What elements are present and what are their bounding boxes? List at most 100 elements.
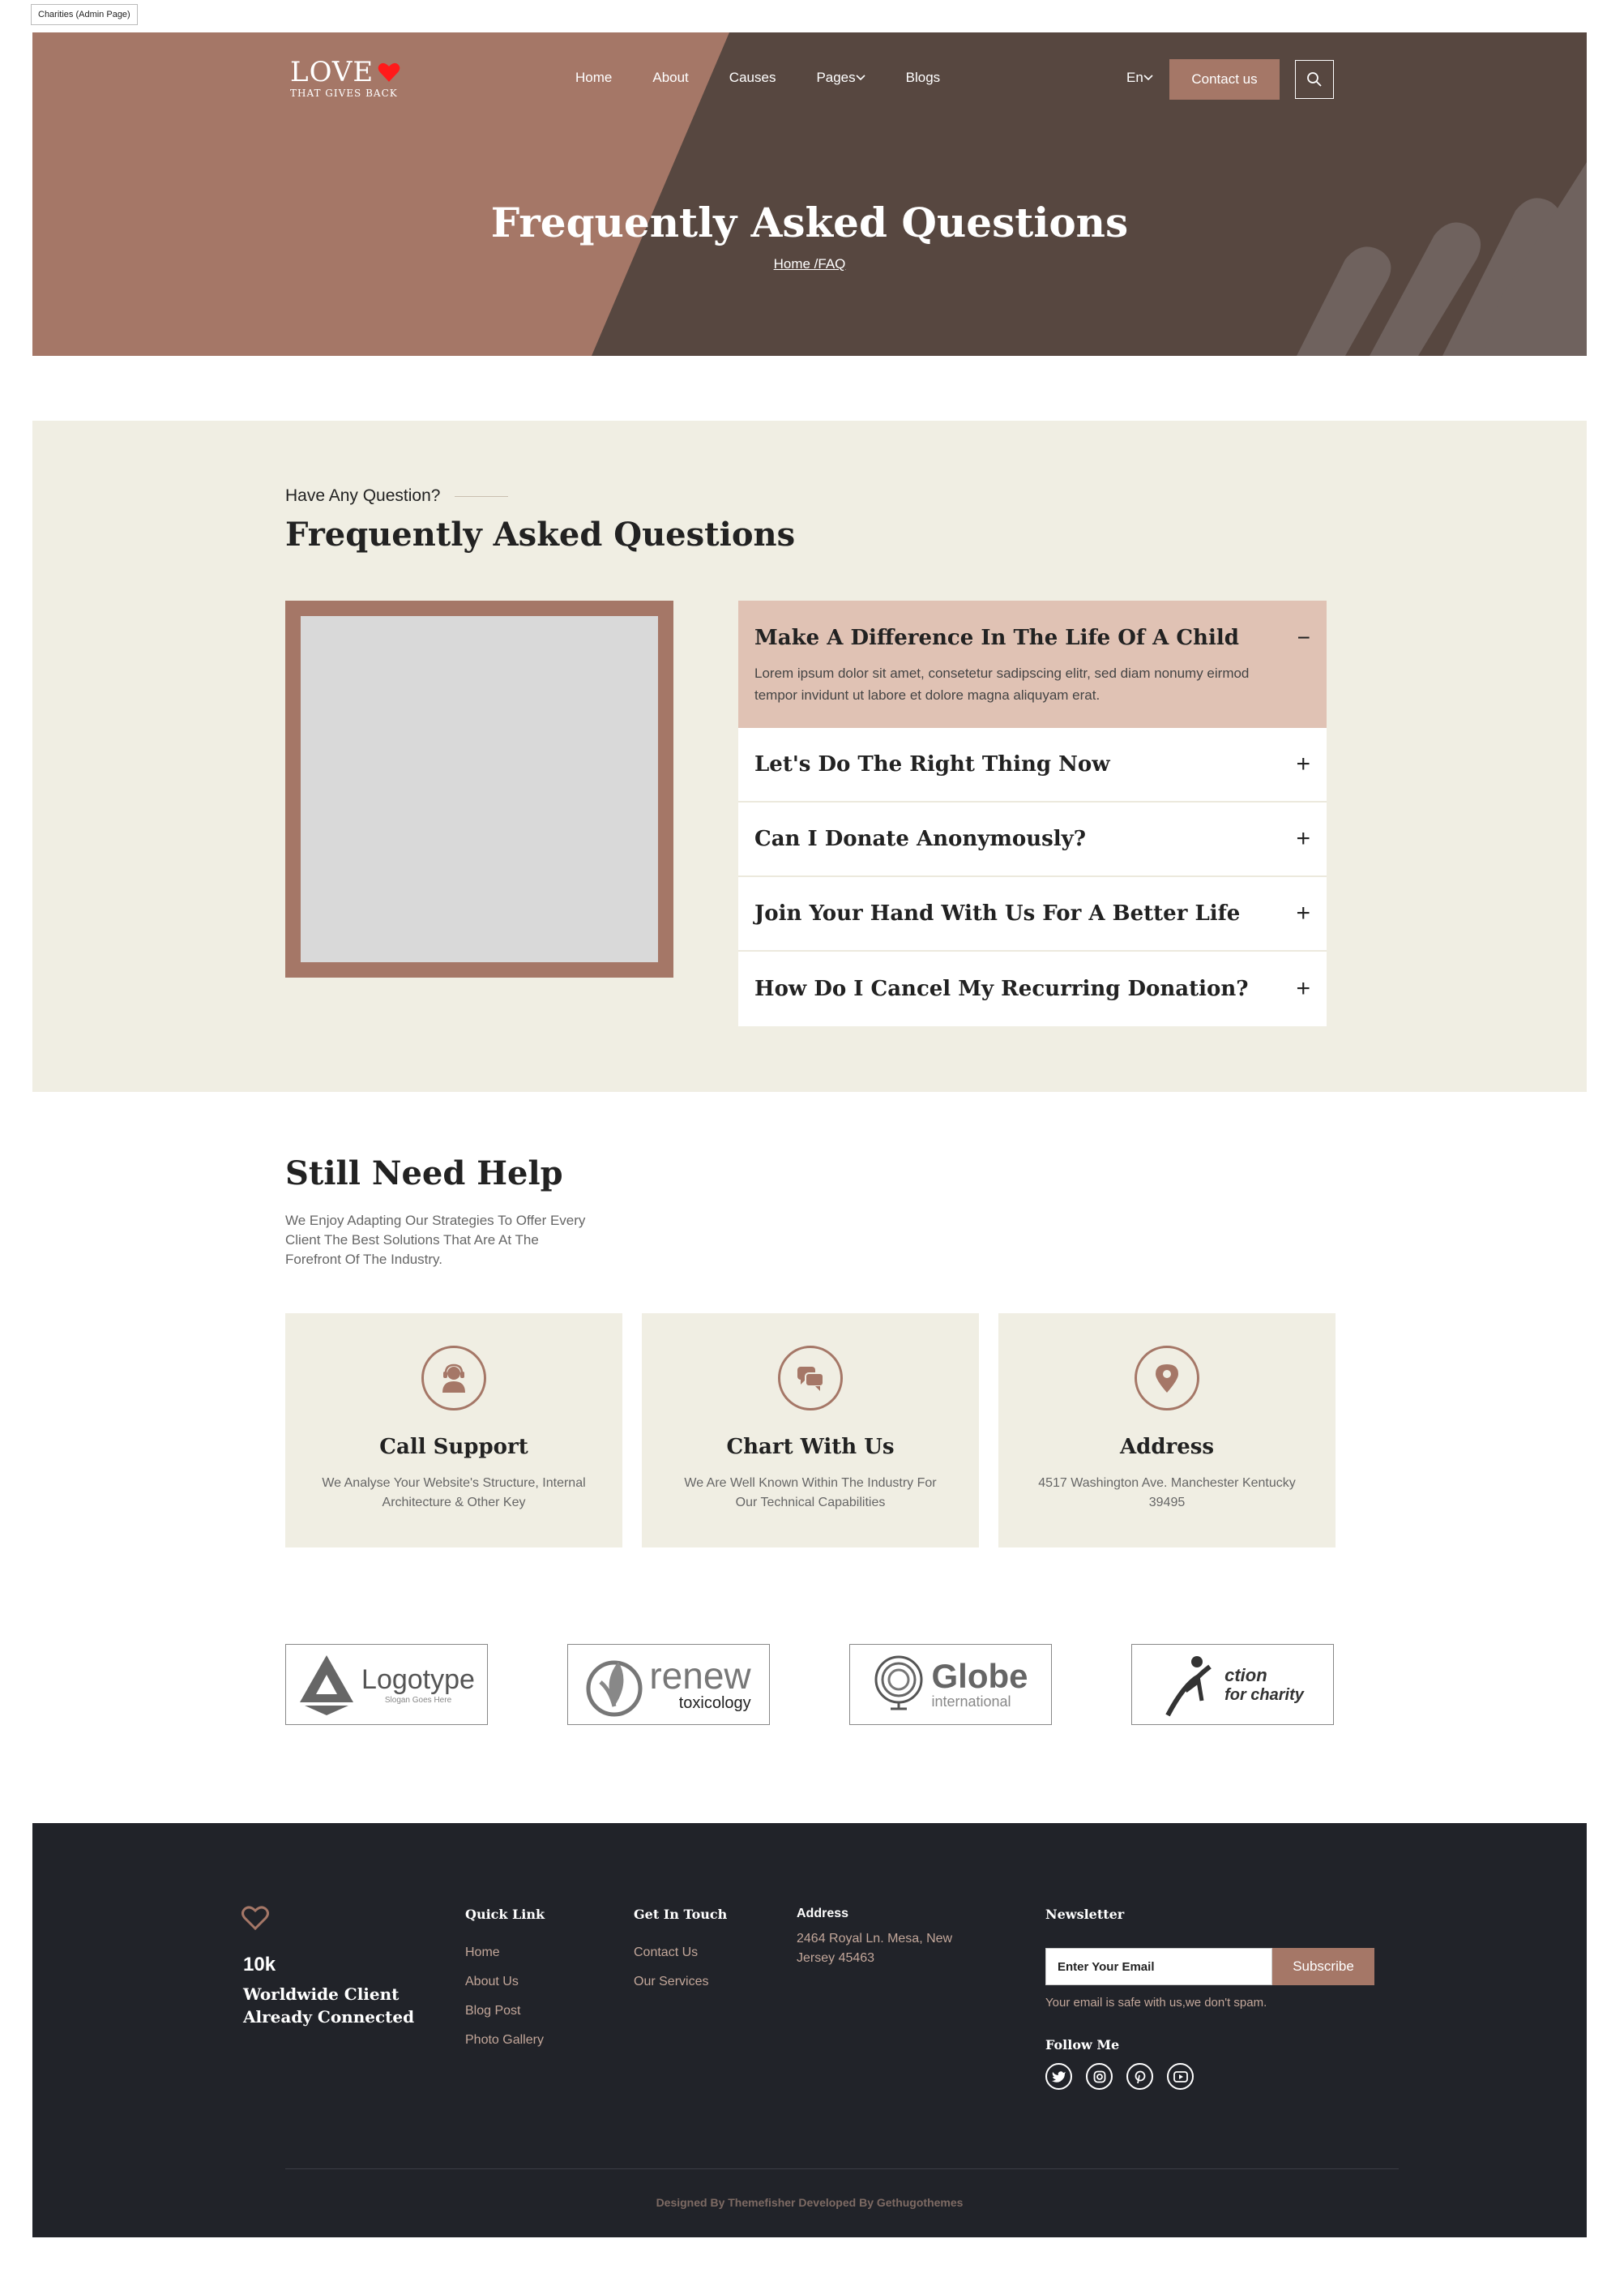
action-figure-icon bbox=[1165, 1656, 1212, 1717]
triangle-logo-icon bbox=[300, 1655, 354, 1715]
youtube-icon[interactable] bbox=[1167, 2063, 1194, 2090]
card-address: Address 4517 Washington Ave. Manchester … bbox=[998, 1313, 1336, 1547]
card-description: 4517 Washington Ave. Manchester Kentucky… bbox=[1038, 1476, 1296, 1509]
chevron-down-icon bbox=[1143, 75, 1153, 81]
search-button[interactable] bbox=[1295, 60, 1334, 99]
faq-item[interactable]: How Do I Cancel My Recurring Donation? + bbox=[738, 952, 1327, 1026]
faq-item[interactable]: Let's Do The Right Thing Now + bbox=[738, 728, 1327, 803]
brand-globe[interactable]: Globe international bbox=[849, 1644, 1052, 1725]
footer-link-services[interactable]: Our Services bbox=[634, 1967, 727, 1997]
brand-renew[interactable]: renew toxicology bbox=[567, 1644, 770, 1725]
faq-question: Join Your Hand With Us For A Better Life bbox=[754, 901, 1241, 926]
footer-link-blog[interactable]: Blog Post bbox=[465, 1997, 545, 2026]
heart-icon bbox=[378, 62, 400, 82]
faq-item-open[interactable]: Make A Difference In The Life Of A Child… bbox=[738, 601, 1327, 728]
globe-sub: international bbox=[931, 1693, 1011, 1710]
faq-question: Let's Do The Right Thing Now bbox=[754, 752, 1110, 777]
faq-image-frame bbox=[285, 601, 673, 978]
plus-icon[interactable]: + bbox=[1296, 901, 1310, 926]
nav-about[interactable]: About bbox=[652, 70, 688, 86]
chevron-down-icon bbox=[856, 75, 865, 81]
faq-accordion: Make A Difference In The Life Of A Child… bbox=[738, 601, 1327, 1026]
newsletter-note: Your email is safe with us,we don't spam… bbox=[1045, 1996, 1267, 2010]
main-nav: Home About Causes Pages Blogs bbox=[575, 70, 981, 86]
footer-link-about[interactable]: About Us bbox=[465, 1967, 545, 1997]
footer-heading: Follow Me bbox=[1045, 2037, 1120, 2053]
site-logo[interactable]: LOVE THAT GIVES BACK bbox=[290, 58, 401, 99]
footer-heading: Get In Touch bbox=[634, 1907, 728, 1922]
logotype-slogan: Slogan Goes Here bbox=[384, 1696, 452, 1705]
card-call-support: Call Support We Analyse Your Website's S… bbox=[285, 1313, 622, 1547]
footer-heart-icon bbox=[241, 1906, 269, 1931]
help-title: Still Need Help bbox=[285, 1154, 563, 1192]
map-pin-icon bbox=[1135, 1346, 1199, 1410]
footer-address: Address 2464 Royal Ln. Mesa, New Jersey … bbox=[797, 1907, 983, 1968]
nav-causes[interactable]: Causes bbox=[729, 70, 776, 86]
footer-credit: Designed By Themefisher Developed By Get… bbox=[656, 2196, 964, 2209]
brand-action-charity[interactable]: ction for charity bbox=[1131, 1644, 1334, 1725]
footer-address-text: 2464 Royal Ln. Mesa, New Jersey 45463 bbox=[797, 1932, 953, 1965]
footer-heading: Quick Link bbox=[465, 1907, 545, 1922]
footer-heading: Address bbox=[797, 1907, 849, 1920]
faq-answer: Lorem ipsum dolor sit amet, consetetur s… bbox=[754, 666, 1250, 703]
language-selector[interactable]: En bbox=[1126, 70, 1153, 86]
logotype-text: Logotype Slogan Goes Here bbox=[361, 1664, 475, 1705]
footer bbox=[32, 1823, 1587, 2237]
hero-banner: LOVE THAT GIVES BACK Home About Causes P… bbox=[32, 32, 1587, 356]
card-title: Chart With Us bbox=[726, 1435, 895, 1459]
logotype-name: Logotype bbox=[361, 1664, 475, 1695]
minus-icon[interactable]: − bbox=[1297, 625, 1310, 651]
faq-question: How Do I Cancel My Recurring Donation? bbox=[754, 977, 1249, 1001]
pinterest-icon[interactable] bbox=[1126, 2063, 1153, 2090]
logo-text: LOVE bbox=[290, 56, 374, 88]
faq-item[interactable]: Join Your Hand With Us For A Better Life… bbox=[738, 877, 1327, 952]
globe-logo-icon bbox=[874, 1655, 923, 1710]
card-description: We Analyse Your Website's Structure, Int… bbox=[322, 1476, 586, 1509]
faq-question: Make A Difference In The Life Of A Child bbox=[754, 626, 1239, 650]
footer-divider bbox=[285, 2168, 1399, 2169]
faq-question: Can I Donate Anonymously? bbox=[754, 827, 1086, 851]
plus-icon[interactable]: + bbox=[1296, 752, 1310, 777]
action-sub: for charity bbox=[1224, 1685, 1304, 1704]
footer-get-in-touch: Get In Touch Contact Us Our Services bbox=[634, 1907, 727, 1997]
card-chat: Chart With Us We Are Well Known Within T… bbox=[642, 1313, 979, 1547]
nav-pages-label: Pages bbox=[816, 70, 856, 85]
twitter-icon[interactable] bbox=[1045, 2063, 1072, 2090]
card-title: Address bbox=[1119, 1435, 1215, 1459]
plus-icon[interactable]: + bbox=[1296, 977, 1310, 1001]
card-description: We Are Well Known Within The Industry Fo… bbox=[684, 1476, 937, 1509]
breadcrumb[interactable]: Home /FAQ bbox=[32, 256, 1587, 272]
search-icon bbox=[1307, 72, 1322, 87]
chat-bubbles-icon bbox=[778, 1346, 843, 1410]
footer-link-home[interactable]: Home bbox=[465, 1938, 545, 1967]
plus-icon[interactable]: + bbox=[1296, 827, 1310, 851]
nav-pages[interactable]: Pages bbox=[816, 70, 865, 86]
action-text: ction for charity bbox=[1224, 1665, 1304, 1705]
social-links bbox=[1045, 2063, 1194, 2090]
newsletter-email-input[interactable]: Enter Your Email bbox=[1045, 1948, 1272, 1985]
faq-item[interactable]: Can I Donate Anonymously? + bbox=[738, 803, 1327, 877]
language-label: En bbox=[1126, 70, 1143, 85]
nav-blogs[interactable]: Blogs bbox=[906, 70, 941, 86]
instagram-icon[interactable] bbox=[1086, 2063, 1113, 2090]
footer-link-contact[interactable]: Contact Us bbox=[634, 1938, 727, 1967]
faq-title: Frequently Asked Questions bbox=[285, 516, 796, 554]
nav-home[interactable]: Home bbox=[575, 70, 612, 86]
support-agent-icon bbox=[421, 1346, 486, 1410]
footer-link-gallery[interactable]: Photo Gallery bbox=[465, 2026, 545, 2055]
footer-stat-number: 10k bbox=[243, 1954, 276, 1975]
leaf-logo-icon bbox=[586, 1660, 643, 1717]
globe-name: Globe bbox=[931, 1656, 1028, 1695]
subscribe-button[interactable]: Subscribe bbox=[1272, 1948, 1374, 1985]
action-name: ction bbox=[1224, 1664, 1267, 1685]
hero-title: Frequently Asked Questions bbox=[490, 199, 1129, 246]
faq-eyebrow: Have Any Question? bbox=[285, 486, 509, 506]
contact-button[interactable]: Contact us bbox=[1169, 59, 1280, 100]
help-description: We Enjoy Adapting Our Strategies To Offe… bbox=[285, 1213, 586, 1267]
globe-text: Globe international bbox=[931, 1659, 1028, 1710]
page-tag: Charities (Admin Page) bbox=[31, 4, 138, 25]
footer-stat-text: Worldwide Client Already Connected bbox=[243, 1984, 415, 2027]
brand-logotype[interactable]: Logotype Slogan Goes Here bbox=[285, 1644, 488, 1725]
faq-eyebrow-text: Have Any Question? bbox=[285, 486, 441, 505]
footer-heading: Newsletter bbox=[1045, 1907, 1125, 1922]
